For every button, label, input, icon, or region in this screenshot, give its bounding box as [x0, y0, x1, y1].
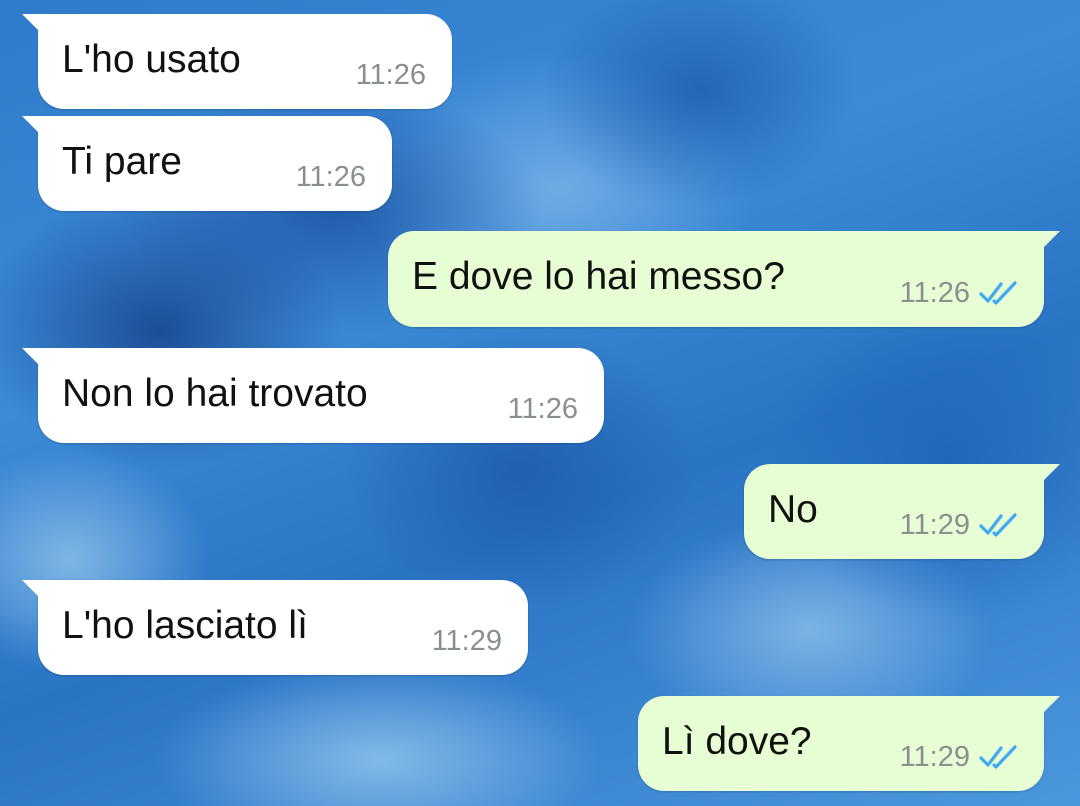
message-timestamp: 11:26 — [899, 277, 970, 309]
double-check-read-icon — [979, 513, 1017, 537]
message-timestamp: 11:26 — [355, 59, 426, 91]
chat-thread: L'ho usato 11:26 Ti pare 11:26 E dove lo… — [0, 0, 1080, 806]
message-text: E dove lo hai messo? — [412, 255, 785, 298]
message-text: No — [768, 488, 818, 531]
message-timestamp: 11:26 — [295, 161, 366, 193]
message-bubble-incoming[interactable]: L'ho usato 11:26 — [22, 14, 452, 109]
message-timestamp: 11:29 — [899, 509, 970, 541]
message-bubble-outgoing[interactable]: No 11:29 — [744, 464, 1060, 559]
message-bubble-outgoing[interactable]: Lì dove? 11:29 — [638, 696, 1060, 791]
message-text: L'ho usato — [62, 38, 241, 81]
message-timestamp: 11:29 — [899, 741, 970, 773]
message-text: Ti pare — [62, 140, 182, 183]
message-bubble-incoming[interactable]: Non lo hai trovato 11:26 — [22, 348, 604, 443]
message-bubble-incoming[interactable]: L'ho lasciato lì 11:29 — [22, 580, 528, 675]
message-text: L'ho lasciato lì — [62, 604, 308, 647]
message-bubble-incoming[interactable]: Ti pare 11:26 — [22, 116, 392, 211]
message-timestamp: 11:29 — [431, 625, 502, 657]
message-bubble-outgoing[interactable]: E dove lo hai messo? 11:26 — [388, 231, 1060, 327]
message-timestamp: 11:26 — [507, 393, 578, 425]
message-text: Non lo hai trovato — [62, 372, 368, 415]
message-text: Lì dove? — [662, 720, 812, 763]
double-check-read-icon — [979, 281, 1017, 305]
double-check-read-icon — [979, 745, 1017, 769]
